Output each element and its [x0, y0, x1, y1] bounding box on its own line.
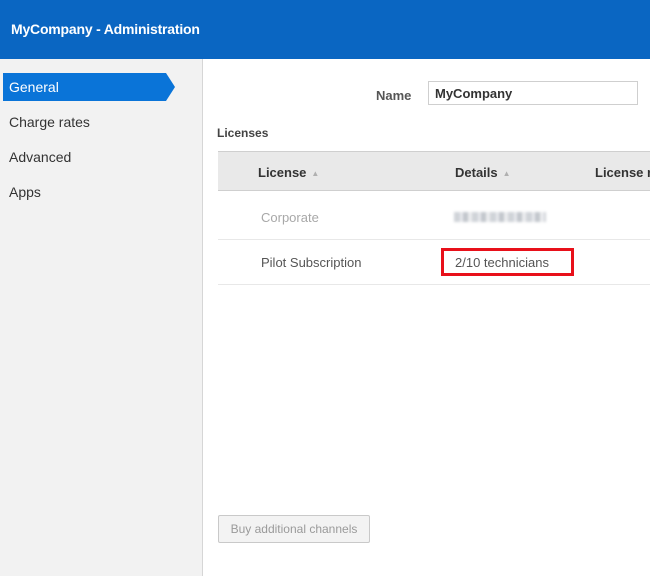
license-cell: Pilot Subscription — [261, 255, 362, 270]
details-cell: 2/10 technicians — [455, 255, 549, 270]
column-header-license-n[interactable]: License n — [595, 165, 650, 180]
window-title: MyCompany - Administration — [11, 21, 200, 37]
table-row[interactable]: Corporate — [218, 195, 650, 240]
license-cell: Corporate — [261, 210, 319, 225]
licenses-table-header: License ▲ Details ▲ License n — [218, 151, 650, 191]
name-label: Name — [376, 88, 412, 103]
sidebar-item-charge-rates[interactable]: Charge rates — [0, 108, 202, 136]
sort-icon: ▲ — [502, 169, 511, 178]
sort-icon: ▲ — [311, 169, 320, 178]
sidebar-item-general[interactable]: General — [0, 73, 202, 101]
buy-additional-channels-button[interactable]: Buy additional channels — [218, 515, 370, 543]
column-header-license[interactable]: License ▲ — [258, 165, 319, 180]
title-bar: MyCompany - Administration — [0, 0, 650, 59]
sidebar-item-apps[interactable]: Apps — [0, 178, 202, 206]
sidebar-item-advanced[interactable]: Advanced — [0, 143, 202, 171]
active-arrow-icon — [166, 73, 175, 101]
sidebar-item-label: Apps — [9, 184, 41, 200]
column-header-details[interactable]: Details ▲ — [455, 165, 511, 180]
sidebar-item-label: General — [9, 79, 59, 95]
table-row[interactable]: Pilot Subscription 2/10 technicians — [218, 240, 650, 285]
licenses-section-label: Licenses — [217, 126, 269, 140]
sidebar-item-label: Charge rates — [9, 114, 90, 130]
obscured-details — [454, 212, 546, 222]
sidebar-item-label: Advanced — [9, 149, 72, 165]
main-panel: Name Licenses License▲ Details▲ License … — [203, 59, 650, 576]
sidebar: General Charge rates Advanced Apps — [0, 59, 203, 576]
name-input[interactable] — [428, 81, 638, 105]
